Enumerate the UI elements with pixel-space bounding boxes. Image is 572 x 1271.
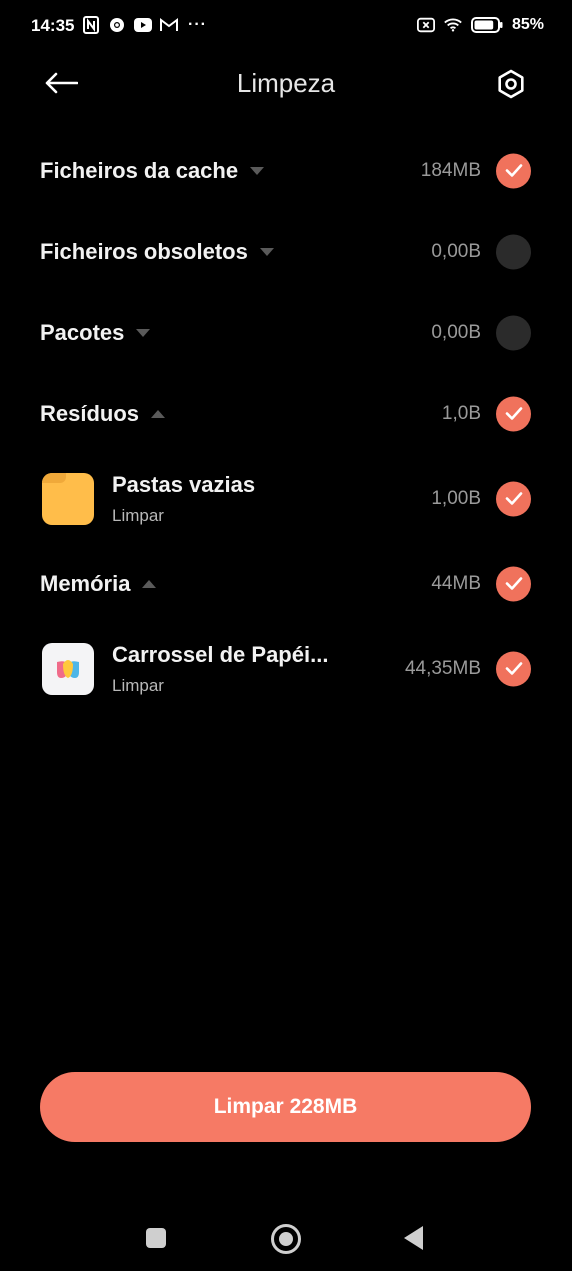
more-notifications: ··· (188, 16, 207, 33)
item-text: Carrossel de Papéi... Limpar (112, 642, 328, 696)
caret-up-icon (151, 409, 166, 418)
status-bar: 14:35 ··· 85% (0, 0, 572, 54)
checkmark-icon (505, 662, 522, 675)
category-row-packages[interactable]: Pacotes 0,00B (0, 292, 572, 373)
category-size: 0,00B (431, 321, 481, 343)
list-item-wallpaper-carousel[interactable]: Carrossel de Papéi... Limpar 44,35MB (0, 624, 572, 713)
list-item-empty-folders[interactable]: Pastas vazias Limpar 1,00B (0, 454, 572, 543)
nfc-icon (82, 16, 100, 34)
checkbox-checked[interactable] (496, 481, 531, 516)
category-row-residues[interactable]: Resíduos 1,0B (0, 373, 572, 454)
battery-icon (470, 16, 503, 34)
checkbox-checked[interactable] (496, 651, 531, 686)
settings-button[interactable] (494, 67, 528, 101)
wifi-icon (444, 16, 462, 34)
checkbox-checked[interactable] (496, 153, 531, 188)
system-nav-bar (0, 1206, 572, 1271)
category-label: Pacotes (40, 320, 151, 346)
checkmark-icon (505, 492, 522, 505)
category-row-obsolete[interactable]: Ficheiros obsoletos 0,00B (0, 211, 572, 292)
category-size: 0,00B (431, 240, 481, 262)
system-icons: 85% (416, 16, 544, 34)
checkbox-unchecked[interactable] (496, 315, 531, 350)
app-header: Limpeza (0, 54, 572, 116)
chrome-icon (108, 16, 126, 34)
gmail-icon (160, 16, 178, 34)
youtube-icon (134, 16, 152, 34)
home-circle-icon[interactable] (271, 1224, 301, 1254)
category-label: Ficheiros da cache (40, 158, 265, 184)
settings-hex-icon (498, 69, 524, 99)
cleanup-list: Ficheiros da cache 184MB Ficheiros obsol… (0, 130, 572, 713)
category-label: Resíduos (40, 401, 166, 427)
checkmark-icon (505, 164, 522, 177)
category-size: 1,0B (441, 402, 481, 424)
caret-down-icon (136, 328, 151, 337)
checkmark-icon (505, 407, 522, 420)
notification-icons: ··· (82, 16, 207, 34)
status-time: 14:35 (31, 16, 75, 35)
item-size: 44,35MB (404, 657, 481, 679)
wallpaper-carousel-icon (42, 642, 94, 695)
category-row-memory[interactable]: Memória 44MB (0, 543, 572, 624)
recents-square-icon[interactable] (146, 1228, 166, 1248)
item-subtitle: Limpar (112, 675, 164, 695)
category-label: Ficheiros obsoletos (40, 239, 274, 265)
folder-icon (42, 472, 94, 525)
caret-up-icon (142, 579, 157, 588)
category-size: 184MB (420, 159, 481, 181)
item-subtitle: Limpar (112, 505, 164, 525)
checkbox-checked[interactable] (496, 566, 531, 601)
clean-button[interactable]: Limpar 228MB (40, 1072, 531, 1142)
caret-down-icon (259, 247, 274, 256)
caret-down-icon (250, 166, 265, 175)
category-label: Memória (40, 571, 157, 597)
item-title: Pastas vazias (112, 471, 256, 497)
item-text: Pastas vazias Limpar (112, 472, 255, 526)
screen-record-icon (416, 16, 435, 34)
back-triangle-icon[interactable] (404, 1226, 423, 1250)
battery-percent: 85% (511, 16, 544, 33)
checkmark-icon (505, 577, 522, 590)
item-title: Carrossel de Papéi... (112, 641, 329, 667)
checkbox-unchecked[interactable] (496, 234, 531, 269)
page-title: Limpeza (236, 68, 336, 98)
category-row-cache[interactable]: Ficheiros da cache 184MB (0, 130, 572, 211)
category-size: 44MB (431, 572, 481, 594)
checkbox-checked[interactable] (496, 396, 531, 431)
item-size: 1,00B (431, 487, 481, 509)
